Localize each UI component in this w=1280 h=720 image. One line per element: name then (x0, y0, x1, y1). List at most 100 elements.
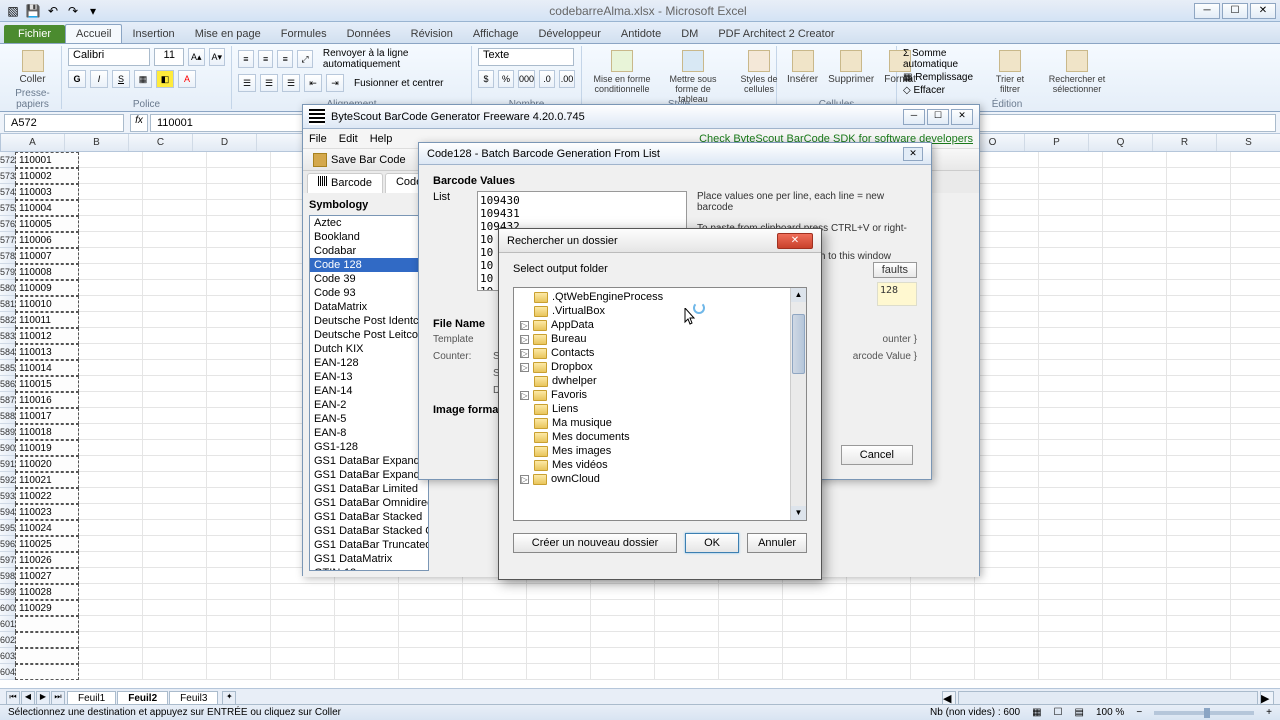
expander-icon[interactable]: ▷ (520, 349, 529, 358)
cell[interactable] (207, 360, 271, 376)
cell[interactable] (79, 536, 143, 552)
cell[interactable] (1231, 424, 1280, 440)
cell[interactable] (143, 168, 207, 184)
cell[interactable] (207, 440, 271, 456)
cell[interactable] (207, 312, 271, 328)
cell[interactable] (1103, 584, 1167, 600)
cell[interactable] (1103, 536, 1167, 552)
cell[interactable] (463, 632, 527, 648)
symbology-item[interactable]: GS1 DataBar Truncated (310, 538, 428, 552)
cell[interactable] (975, 200, 1039, 216)
cell[interactable] (975, 264, 1039, 280)
zoom-in[interactable]: + (1266, 707, 1272, 718)
row-header[interactable]: 588 (0, 408, 15, 424)
cell[interactable] (1167, 600, 1231, 616)
symbology-item[interactable]: Code 39 (310, 272, 428, 286)
cell[interactable] (1167, 248, 1231, 264)
cell[interactable] (1103, 408, 1167, 424)
cell[interactable] (1103, 296, 1167, 312)
symbology-item[interactable]: Deutsche Post Identcode (310, 314, 428, 328)
cell[interactable] (207, 344, 271, 360)
cell[interactable] (1103, 264, 1167, 280)
folder-item[interactable]: ▷ownCloud (516, 472, 804, 486)
cell[interactable] (975, 232, 1039, 248)
symbology-item[interactable]: Aztec (310, 216, 428, 230)
cell[interactable] (1231, 504, 1280, 520)
row-header[interactable]: 575 (0, 200, 15, 216)
row-header[interactable]: 582 (0, 312, 15, 328)
row-header[interactable]: 584 (0, 344, 15, 360)
cell[interactable] (143, 328, 207, 344)
cell[interactable] (79, 248, 143, 264)
cell[interactable] (1039, 584, 1103, 600)
align-left-icon[interactable]: ☰ (238, 74, 256, 92)
cell[interactable] (975, 328, 1039, 344)
cell[interactable] (79, 168, 143, 184)
underline-button[interactable]: S (112, 70, 130, 88)
cell[interactable] (79, 472, 143, 488)
cell[interactable] (719, 632, 783, 648)
cell[interactable] (399, 664, 463, 680)
folder-item[interactable]: Mes documents (516, 430, 804, 444)
cell[interactable] (399, 632, 463, 648)
symbology-item[interactable]: EAN-5 (310, 412, 428, 426)
tab-antidote[interactable]: Antidote (611, 25, 671, 43)
cell[interactable] (1231, 632, 1280, 648)
zoom-level[interactable]: 100 % (1096, 707, 1124, 718)
cell[interactable] (143, 152, 207, 168)
cell[interactable] (143, 360, 207, 376)
cell[interactable] (1167, 552, 1231, 568)
border-button[interactable]: ▦ (134, 70, 152, 88)
cell[interactable] (783, 616, 847, 632)
view-pagebreak-icon[interactable]: ▤ (1075, 707, 1084, 718)
row-header[interactable]: 581 (0, 296, 15, 312)
cell[interactable] (1167, 568, 1231, 584)
cell[interactable] (975, 280, 1039, 296)
cell[interactable] (975, 408, 1039, 424)
cell[interactable] (1167, 360, 1231, 376)
row-header[interactable]: 585 (0, 360, 15, 376)
cell[interactable] (1231, 648, 1280, 664)
cell[interactable] (399, 616, 463, 632)
cell[interactable] (911, 632, 975, 648)
cell[interactable] (1231, 312, 1280, 328)
row-header[interactable]: 573 (0, 168, 15, 184)
cell[interactable]: 110002 (15, 168, 79, 184)
cell[interactable] (1167, 632, 1231, 648)
new-folder-button[interactable]: Créer un nouveau dossier (513, 533, 677, 553)
cell[interactable] (143, 520, 207, 536)
cell[interactable] (15, 648, 79, 664)
cell[interactable] (335, 632, 399, 648)
cell[interactable] (1167, 296, 1231, 312)
save-barcode-button[interactable]: Save Bar Code (309, 152, 410, 168)
cell[interactable] (1103, 168, 1167, 184)
cell[interactable] (143, 344, 207, 360)
cell[interactable]: 110021 (15, 472, 79, 488)
cell[interactable] (1039, 376, 1103, 392)
cell[interactable]: 110006 (15, 232, 79, 248)
sheet-nav-last[interactable]: ⏭ (51, 691, 65, 705)
cell[interactable] (1039, 328, 1103, 344)
symbology-item[interactable]: GS1 DataBar Limited (310, 482, 428, 496)
cell[interactable] (207, 328, 271, 344)
cell[interactable] (1167, 168, 1231, 184)
cell[interactable] (1231, 184, 1280, 200)
cell[interactable] (975, 344, 1039, 360)
folder-tree[interactable]: .QtWebEngineProcess.VirtualBox▷AppData▷B… (513, 287, 807, 521)
cell[interactable] (143, 392, 207, 408)
folder-item[interactable]: ▷AppData (516, 318, 804, 332)
row-header[interactable]: 576 (0, 216, 15, 232)
cell[interactable] (143, 440, 207, 456)
cell[interactable] (79, 200, 143, 216)
cell[interactable] (143, 184, 207, 200)
cell[interactable] (847, 584, 911, 600)
cell[interactable] (1167, 264, 1231, 280)
cell[interactable] (591, 648, 655, 664)
dec-decimal-icon[interactable]: .00 (559, 70, 575, 88)
bold-button[interactable]: G (68, 70, 86, 88)
cell[interactable] (207, 280, 271, 296)
cell[interactable] (1039, 184, 1103, 200)
row-header[interactable]: 580 (0, 280, 15, 296)
cell[interactable]: 110022 (15, 488, 79, 504)
cell[interactable] (143, 232, 207, 248)
